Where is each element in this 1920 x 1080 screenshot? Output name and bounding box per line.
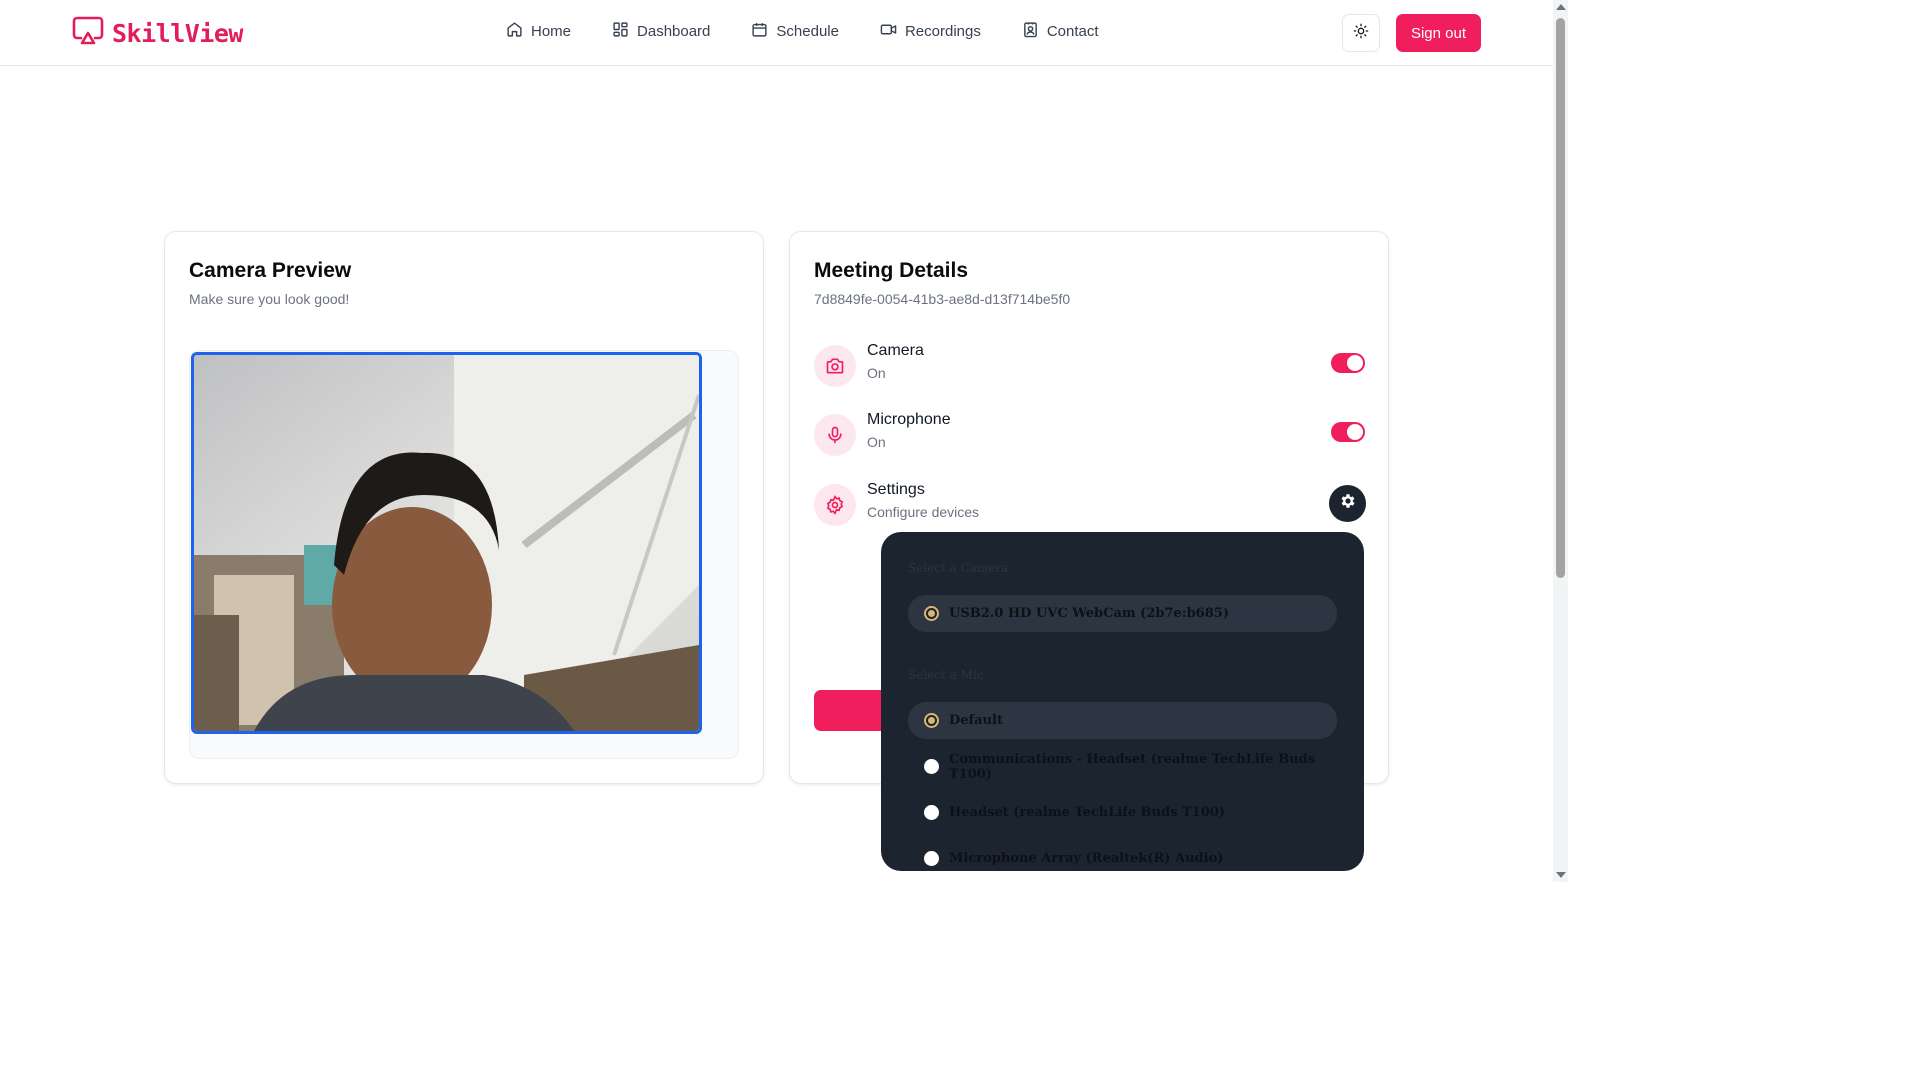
camera-setting-row: Camera On [814, 342, 1366, 388]
nav-recordings[interactable]: Recordings [880, 21, 981, 42]
nav-recordings-label: Recordings [904, 23, 981, 40]
main-nav: Home Dashboard Schedule Recordings Conta… [506, 21, 1140, 42]
preview-container [189, 350, 739, 759]
top-navbar: SkillView Home Dashboard Schedule Record… [0, 0, 1553, 66]
brand-logo[interactable]: SkillView [72, 16, 243, 51]
camera-option-label: USB2.0 HD UVC WebCam (2b7e:b685) [949, 606, 1229, 621]
contact-icon [1022, 21, 1039, 42]
mic-option-label: Microphone Array (Realtek(R) Audio) [949, 851, 1224, 866]
meeting-id: 7d8849fe-0054-41b3-ae8d-d13f714be5f0 [814, 291, 1071, 307]
nav-dashboard-label: Dashboard [637, 23, 711, 40]
dashboard-icon [612, 21, 629, 42]
home-icon [506, 21, 523, 42]
settings-label: Settings [867, 481, 925, 498]
camera-label: Camera [867, 342, 924, 359]
settings-description: Configure devices [867, 504, 980, 520]
sign-out-button[interactable]: Sign out [1396, 14, 1481, 52]
page-scrollbar[interactable] [1553, 0, 1568, 882]
device-settings-button[interactable] [1329, 485, 1366, 522]
calendar-icon [751, 21, 768, 42]
microphone-toggle[interactable] [1331, 422, 1365, 442]
sun-icon [1353, 23, 1369, 44]
radio-icon [924, 759, 939, 774]
camera-video-feed [191, 352, 702, 734]
scroll-up-icon[interactable] [1556, 4, 1566, 10]
microphone-setting-row: Microphone On [814, 411, 1366, 457]
radio-selected-icon [924, 606, 939, 621]
camera-status: On [867, 365, 886, 381]
settings-icon [814, 484, 856, 526]
nav-dashboard[interactable]: Dashboard [612, 21, 710, 42]
radio-selected-icon [924, 713, 939, 728]
gear-icon [1339, 492, 1357, 515]
camera-preview-title: Camera Preview [189, 259, 352, 282]
toggle-knob [1347, 355, 1363, 371]
camera-preview-card: Camera Preview Make sure you look good! [164, 231, 764, 784]
meeting-details-title: Meeting Details [814, 259, 969, 282]
scroll-thumb[interactable] [1556, 18, 1565, 578]
camera-option[interactable]: USB2.0 HD UVC WebCam (2b7e:b685) [908, 595, 1337, 632]
camera-toggle[interactable] [1331, 353, 1365, 373]
mic-option-label: Communications - Headset (realme TechLif… [949, 751, 1316, 782]
video-icon [880, 21, 897, 42]
settings-row: Settings Configure devices [814, 481, 1366, 527]
radio-icon [924, 851, 939, 866]
mic-option[interactable]: Communications - Headset (realme TechLif… [908, 748, 1337, 785]
microphone-status: On [867, 434, 886, 450]
brand-name: SkillView [112, 19, 243, 48]
mic-option-label: Headset (realme TechLife Buds T100) [949, 805, 1225, 820]
nav-contact[interactable]: Contact [1022, 21, 1099, 42]
theme-toggle-button[interactable] [1342, 14, 1380, 52]
device-settings-dropdown: Select a Camera USB2.0 HD UVC WebCam (2b… [881, 532, 1364, 871]
microphone-icon [814, 414, 856, 456]
scroll-down-icon[interactable] [1556, 872, 1566, 878]
radio-icon [924, 805, 939, 820]
toggle-knob [1347, 424, 1363, 440]
nav-schedule[interactable]: Schedule [751, 21, 839, 42]
nav-schedule-label: Schedule [776, 23, 839, 40]
mic-option[interactable]: Headset (realme TechLife Buds T100) [908, 794, 1337, 831]
nav-home-label: Home [531, 23, 572, 40]
nav-home[interactable]: Home [506, 21, 571, 42]
camera-preview-subtitle: Make sure you look good! [189, 291, 350, 307]
camera-select-heading: Select a Camera [908, 561, 1009, 575]
microphone-label: Microphone [867, 411, 951, 428]
camera-icon [814, 345, 856, 387]
mic-option-label: Default [949, 713, 1003, 728]
page: SkillView Home Dashboard Schedule Record… [0, 0, 1568, 882]
mic-select-heading: Select a Mic [908, 668, 984, 682]
mic-option[interactable]: Default [908, 702, 1337, 739]
mic-option[interactable]: Microphone Array (Realtek(R) Audio) [908, 840, 1337, 871]
cast-icon [72, 16, 104, 51]
nav-contact-label: Contact [1046, 23, 1099, 40]
